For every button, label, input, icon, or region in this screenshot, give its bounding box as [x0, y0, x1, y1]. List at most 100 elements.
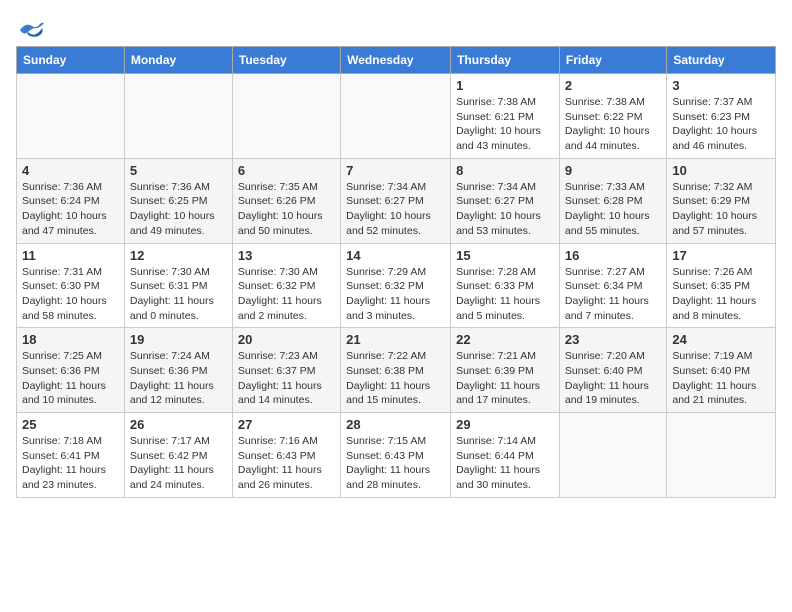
page-header	[16, 16, 776, 36]
calendar-cell: 13 Sunrise: 7:30 AM Sunset: 6:32 PM Dayli…	[232, 243, 340, 328]
calendar-cell: 5 Sunrise: 7:36 AM Sunset: 6:25 PM Daylig…	[124, 158, 232, 243]
day-number: 9	[565, 163, 661, 178]
calendar-cell: 19 Sunrise: 7:24 AM Sunset: 6:36 PM Dayli…	[124, 328, 232, 413]
calendar-cell: 2 Sunrise: 7:38 AM Sunset: 6:22 PM Daylig…	[559, 74, 666, 159]
day-number: 13	[238, 248, 335, 263]
day-number: 10	[672, 163, 770, 178]
calendar-cell: 27 Sunrise: 7:16 AM Sunset: 6:43 PM Dayli…	[232, 413, 340, 498]
calendar-cell: 12 Sunrise: 7:30 AM Sunset: 6:31 PM Dayli…	[124, 243, 232, 328]
col-header-saturday: Saturday	[667, 47, 776, 74]
day-detail: Sunrise: 7:21 AM Sunset: 6:39 PM Dayligh…	[456, 349, 554, 408]
logo-bird-icon	[18, 20, 46, 40]
week-row-3: 11 Sunrise: 7:31 AM Sunset: 6:30 PM Dayli…	[17, 243, 776, 328]
day-detail: Sunrise: 7:28 AM Sunset: 6:33 PM Dayligh…	[456, 265, 554, 324]
col-header-friday: Friday	[559, 47, 666, 74]
day-detail: Sunrise: 7:16 AM Sunset: 6:43 PM Dayligh…	[238, 434, 335, 493]
calendar-cell: 1 Sunrise: 7:38 AM Sunset: 6:21 PM Daylig…	[451, 74, 560, 159]
day-number: 28	[346, 417, 445, 432]
day-number: 6	[238, 163, 335, 178]
calendar-cell: 23 Sunrise: 7:20 AM Sunset: 6:40 PM Dayli…	[559, 328, 666, 413]
calendar-cell: 8 Sunrise: 7:34 AM Sunset: 6:27 PM Daylig…	[451, 158, 560, 243]
calendar-cell: 24 Sunrise: 7:19 AM Sunset: 6:40 PM Dayli…	[667, 328, 776, 413]
day-number: 27	[238, 417, 335, 432]
week-row-4: 18 Sunrise: 7:25 AM Sunset: 6:36 PM Dayli…	[17, 328, 776, 413]
col-header-monday: Monday	[124, 47, 232, 74]
week-row-2: 4 Sunrise: 7:36 AM Sunset: 6:24 PM Daylig…	[17, 158, 776, 243]
calendar-header-row: SundayMondayTuesdayWednesdayThursdayFrid…	[17, 47, 776, 74]
day-number: 29	[456, 417, 554, 432]
calendar-table: SundayMondayTuesdayWednesdayThursdayFrid…	[16, 46, 776, 498]
col-header-tuesday: Tuesday	[232, 47, 340, 74]
day-detail: Sunrise: 7:15 AM Sunset: 6:43 PM Dayligh…	[346, 434, 445, 493]
col-header-wednesday: Wednesday	[341, 47, 451, 74]
day-detail: Sunrise: 7:34 AM Sunset: 6:27 PM Dayligh…	[346, 180, 445, 239]
day-number: 22	[456, 332, 554, 347]
calendar-cell: 29 Sunrise: 7:14 AM Sunset: 6:44 PM Dayli…	[451, 413, 560, 498]
calendar-cell: 15 Sunrise: 7:28 AM Sunset: 6:33 PM Dayli…	[451, 243, 560, 328]
day-detail: Sunrise: 7:17 AM Sunset: 6:42 PM Dayligh…	[130, 434, 227, 493]
day-number: 11	[22, 248, 119, 263]
day-detail: Sunrise: 7:22 AM Sunset: 6:38 PM Dayligh…	[346, 349, 445, 408]
calendar-cell: 7 Sunrise: 7:34 AM Sunset: 6:27 PM Daylig…	[341, 158, 451, 243]
logo	[16, 20, 46, 36]
calendar-cell	[124, 74, 232, 159]
day-detail: Sunrise: 7:31 AM Sunset: 6:30 PM Dayligh…	[22, 265, 119, 324]
day-number: 7	[346, 163, 445, 178]
day-number: 3	[672, 78, 770, 93]
day-number: 24	[672, 332, 770, 347]
day-detail: Sunrise: 7:32 AM Sunset: 6:29 PM Dayligh…	[672, 180, 770, 239]
day-detail: Sunrise: 7:25 AM Sunset: 6:36 PM Dayligh…	[22, 349, 119, 408]
calendar-cell	[559, 413, 666, 498]
day-number: 1	[456, 78, 554, 93]
day-detail: Sunrise: 7:30 AM Sunset: 6:31 PM Dayligh…	[130, 265, 227, 324]
calendar-cell: 16Sunrise: 7:27 AM Sunset: 6:34 PM Dayli…	[559, 243, 666, 328]
day-detail: Sunrise: 7:38 AM Sunset: 6:21 PM Dayligh…	[456, 95, 554, 154]
day-number: 16	[565, 248, 661, 263]
day-number: 18	[22, 332, 119, 347]
calendar-cell: 20 Sunrise: 7:23 AM Sunset: 6:37 PM Dayli…	[232, 328, 340, 413]
calendar-cell: 11 Sunrise: 7:31 AM Sunset: 6:30 PM Dayli…	[17, 243, 125, 328]
day-number: 2	[565, 78, 661, 93]
calendar-cell: 4 Sunrise: 7:36 AM Sunset: 6:24 PM Daylig…	[17, 158, 125, 243]
col-header-thursday: Thursday	[451, 47, 560, 74]
calendar-body: 1 Sunrise: 7:38 AM Sunset: 6:21 PM Daylig…	[17, 74, 776, 498]
day-number: 20	[238, 332, 335, 347]
calendar-cell: 22 Sunrise: 7:21 AM Sunset: 6:39 PM Dayli…	[451, 328, 560, 413]
day-detail: Sunrise: 7:33 AM Sunset: 6:28 PM Dayligh…	[565, 180, 661, 239]
calendar-cell	[232, 74, 340, 159]
calendar-cell: 3 Sunrise: 7:37 AM Sunset: 6:23 PM Daylig…	[667, 74, 776, 159]
day-detail: Sunrise: 7:19 AM Sunset: 6:40 PM Dayligh…	[672, 349, 770, 408]
calendar-cell: 26 Sunrise: 7:17 AM Sunset: 6:42 PM Dayli…	[124, 413, 232, 498]
day-detail: Sunrise: 7:18 AM Sunset: 6:41 PM Dayligh…	[22, 434, 119, 493]
calendar-cell: 6 Sunrise: 7:35 AM Sunset: 6:26 PM Daylig…	[232, 158, 340, 243]
day-number: 4	[22, 163, 119, 178]
day-detail: Sunrise: 7:35 AM Sunset: 6:26 PM Dayligh…	[238, 180, 335, 239]
calendar-cell: 28 Sunrise: 7:15 AM Sunset: 6:43 PM Dayli…	[341, 413, 451, 498]
day-detail: Sunrise: 7:36 AM Sunset: 6:25 PM Dayligh…	[130, 180, 227, 239]
day-detail: Sunrise: 7:20 AM Sunset: 6:40 PM Dayligh…	[565, 349, 661, 408]
day-detail: Sunrise: 7:24 AM Sunset: 6:36 PM Dayligh…	[130, 349, 227, 408]
day-number: 14	[346, 248, 445, 263]
week-row-1: 1 Sunrise: 7:38 AM Sunset: 6:21 PM Daylig…	[17, 74, 776, 159]
day-detail: Sunrise: 7:36 AM Sunset: 6:24 PM Dayligh…	[22, 180, 119, 239]
calendar-cell: 21 Sunrise: 7:22 AM Sunset: 6:38 PM Dayli…	[341, 328, 451, 413]
day-number: 23	[565, 332, 661, 347]
calendar-cell: 14 Sunrise: 7:29 AM Sunset: 6:32 PM Dayli…	[341, 243, 451, 328]
day-detail: Sunrise: 7:23 AM Sunset: 6:37 PM Dayligh…	[238, 349, 335, 408]
day-detail: Sunrise: 7:38 AM Sunset: 6:22 PM Dayligh…	[565, 95, 661, 154]
calendar-cell: 9 Sunrise: 7:33 AM Sunset: 6:28 PM Daylig…	[559, 158, 666, 243]
day-number: 26	[130, 417, 227, 432]
day-detail: Sunrise: 7:37 AM Sunset: 6:23 PM Dayligh…	[672, 95, 770, 154]
day-detail: Sunrise: 7:14 AM Sunset: 6:44 PM Dayligh…	[456, 434, 554, 493]
day-number: 15	[456, 248, 554, 263]
calendar-cell: 18 Sunrise: 7:25 AM Sunset: 6:36 PM Dayli…	[17, 328, 125, 413]
day-detail: Sunrise: 7:30 AM Sunset: 6:32 PM Dayligh…	[238, 265, 335, 324]
day-number: 21	[346, 332, 445, 347]
day-detail: Sunrise: 7:29 AM Sunset: 6:32 PM Dayligh…	[346, 265, 445, 324]
day-number: 8	[456, 163, 554, 178]
day-detail: Sunrise: 7:34 AM Sunset: 6:27 PM Dayligh…	[456, 180, 554, 239]
day-number: 19	[130, 332, 227, 347]
day-number: 12	[130, 248, 227, 263]
day-number: 17	[672, 248, 770, 263]
day-number: 5	[130, 163, 227, 178]
